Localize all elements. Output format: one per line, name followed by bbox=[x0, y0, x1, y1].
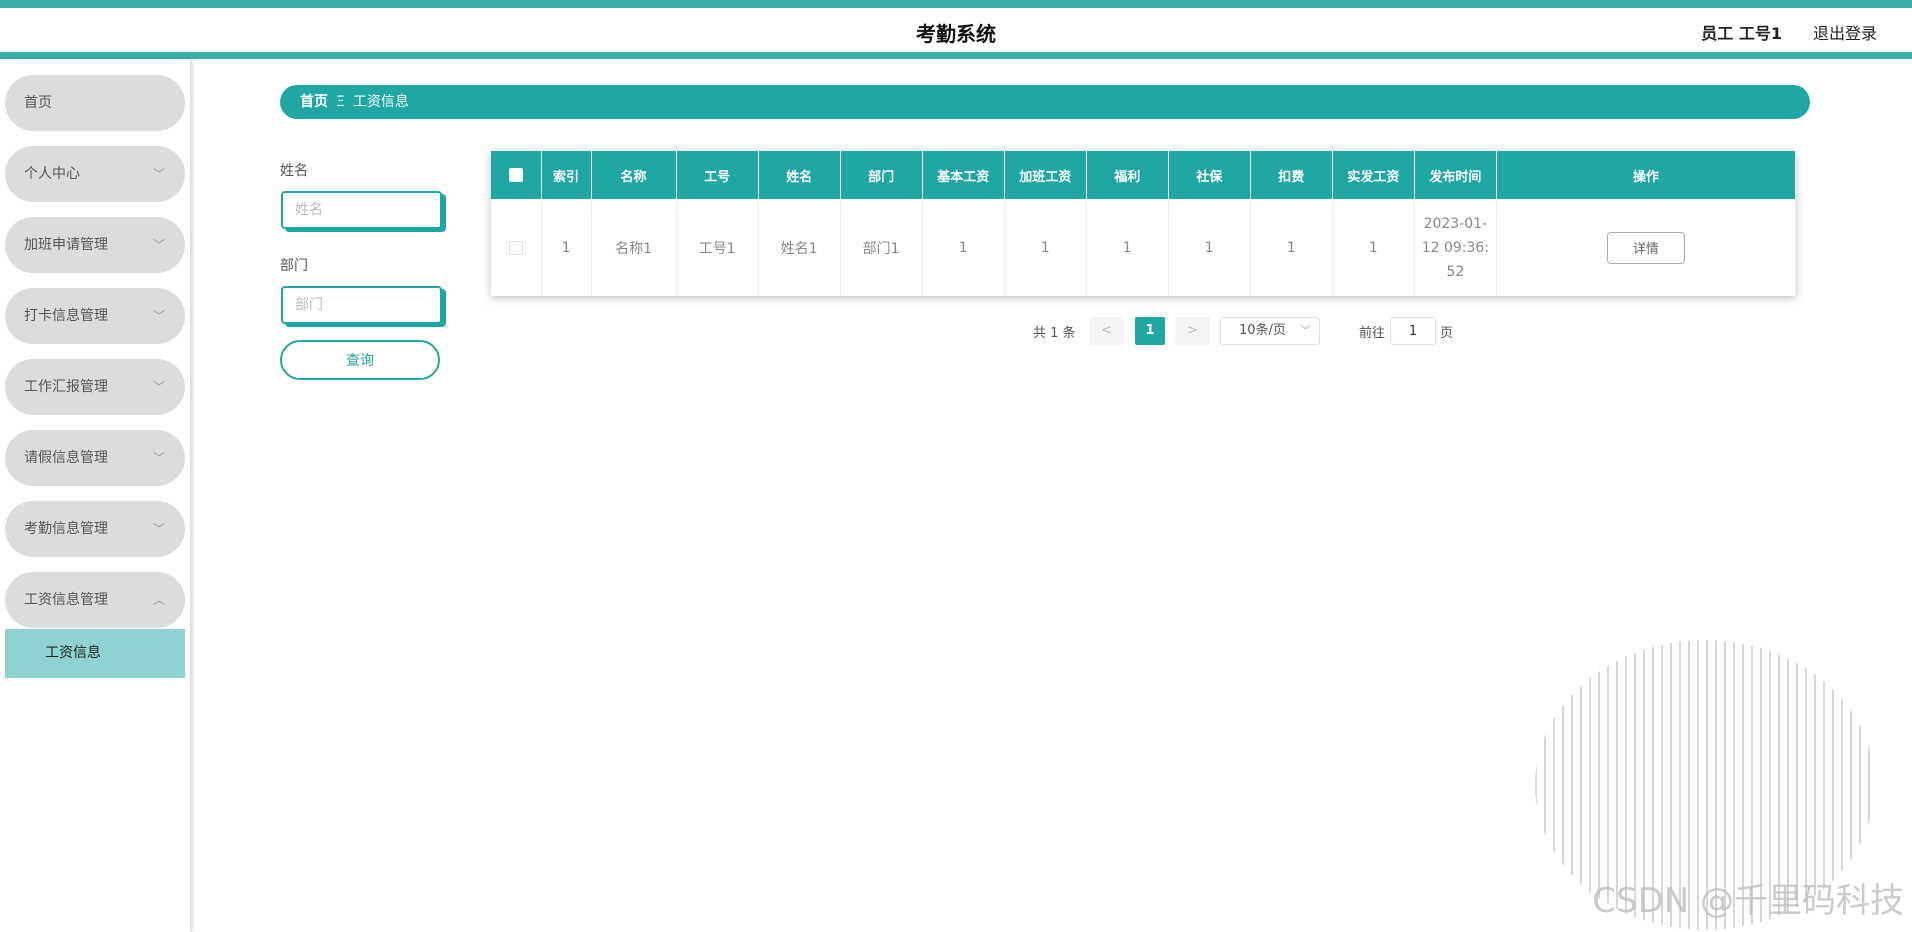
sidebar-subitem-salary-info[interactable]: 工资信息 bbox=[5, 629, 185, 678]
page-size-select[interactable]: 10条/页 ﹀ bbox=[1220, 317, 1320, 345]
cell-emp-no: 工号1 bbox=[676, 199, 759, 296]
chevron-down-icon: ﹀ bbox=[152, 451, 165, 465]
name-input[interactable] bbox=[281, 191, 442, 229]
breadcrumb: 首页 Ξ 工资信息 bbox=[280, 85, 1810, 119]
column-header: 福利 bbox=[1086, 151, 1169, 199]
column-header: 发布时间 bbox=[1414, 151, 1497, 199]
cell-dept: 部门1 bbox=[840, 199, 923, 296]
dept-input[interactable] bbox=[281, 286, 442, 324]
breadcrumb-home[interactable]: 首页 bbox=[300, 94, 328, 110]
current-user: 员工 工号1 bbox=[1701, 24, 1782, 43]
select-all-checkbox[interactable] bbox=[508, 168, 523, 182]
top-bar: 考勤系统 员工 工号1 退出登录 bbox=[0, 0, 1912, 59]
sidebar-item-personal-center[interactable]: 个人中心 ﹀ bbox=[5, 146, 185, 202]
next-page-button[interactable]: > bbox=[1175, 317, 1210, 345]
pagination-total: 共 1 条 bbox=[1033, 326, 1076, 341]
salary-table: 索引 名称 工号 姓名 部门 基本工资 加班工资 福利 社保 扣费 实发工资 发… bbox=[491, 151, 1797, 296]
column-header: 实发工资 bbox=[1332, 151, 1415, 199]
select-all-header[interactable] bbox=[491, 151, 542, 199]
sidebar-item-overtime[interactable]: 加班申请管理 ﹀ bbox=[5, 217, 185, 273]
sidebar-item-label: 工资信息管理 bbox=[24, 592, 108, 608]
sidebar-item-label: 请假信息管理 bbox=[24, 450, 108, 466]
chevron-down-icon: ﹀ bbox=[152, 238, 165, 252]
detail-button[interactable]: 详情 bbox=[1606, 231, 1685, 264]
goto-label: 前往 bbox=[1359, 326, 1386, 341]
sidebar-item-salary[interactable]: 工资信息管理 ︿ bbox=[5, 572, 185, 628]
sidebar-item-label: 加班申请管理 bbox=[24, 237, 108, 253]
sidebar-item-label: 考勤信息管理 bbox=[24, 521, 108, 537]
cell-person: 姓名1 bbox=[758, 199, 841, 296]
name-label: 姓名 bbox=[280, 163, 308, 179]
page-size-value: 10条/页 bbox=[1239, 323, 1286, 338]
chevron-down-icon: ﹀ bbox=[152, 167, 165, 181]
column-header: 扣费 bbox=[1250, 151, 1333, 199]
app-title: 考勤系统 bbox=[916, 22, 996, 46]
sidebar-item-attendance[interactable]: 考勤信息管理 ﹀ bbox=[5, 501, 185, 557]
column-header: 工号 bbox=[676, 151, 759, 199]
chevron-down-icon: ﹀ bbox=[152, 522, 165, 536]
cell-social-security: 1 bbox=[1168, 199, 1251, 296]
sidebar-item-home[interactable]: 首页 bbox=[5, 75, 185, 131]
column-header: 名称 bbox=[591, 151, 677, 199]
column-header: 姓名 bbox=[758, 151, 841, 199]
chevron-down-icon: ﹀ bbox=[1300, 324, 1311, 337]
sidebar-item-label: 首页 bbox=[24, 95, 52, 111]
dept-label: 部门 bbox=[280, 258, 308, 274]
logout-link[interactable]: 退出登录 bbox=[1813, 20, 1877, 44]
goto-page-input[interactable] bbox=[1390, 317, 1436, 345]
sidebar-item-label: 工作汇报管理 bbox=[24, 379, 108, 395]
cell-deduction: 1 bbox=[1250, 199, 1333, 296]
column-header: 基本工资 bbox=[922, 151, 1005, 199]
query-button[interactable]: 查询 bbox=[280, 340, 440, 380]
table-row: 1 名称1 工号1 姓名1 部门1 1 1 1 1 1 1 2023-01-12… bbox=[491, 199, 1797, 296]
cell-actions: 详情 bbox=[1496, 199, 1797, 296]
cell-welfare: 1 bbox=[1086, 199, 1169, 296]
sidebar: 首页 个人中心 ﹀ 加班申请管理 ﹀ 打卡信息管理 ﹀ 工作汇报管理 ﹀ 请假信息管理 ﹀… bbox=[0, 59, 190, 932]
sidebar-item-clockin[interactable]: 打卡信息管理 ﹀ bbox=[5, 288, 185, 344]
sidebar-item-label: 个人中心 bbox=[24, 166, 80, 182]
cell-overtime-pay: 1 bbox=[1004, 199, 1087, 296]
cell-base-salary: 1 bbox=[922, 199, 1005, 296]
cell-index: 1 bbox=[541, 199, 592, 296]
chevron-up-icon: ︿ bbox=[152, 593, 165, 607]
prev-page-button[interactable]: < bbox=[1089, 317, 1124, 345]
sidebar-item-leave[interactable]: 请假信息管理 ﹀ bbox=[5, 430, 185, 486]
watermark: CSDN @千里码科技 bbox=[1592, 881, 1904, 921]
breadcrumb-current: 工资信息 bbox=[352, 94, 409, 110]
page-number-current[interactable]: 1 bbox=[1135, 317, 1165, 345]
row-select-cell[interactable] bbox=[491, 199, 542, 296]
page-suffix-label: 页 bbox=[1440, 326, 1454, 341]
breadcrumb-separator-icon: Ξ bbox=[336, 94, 345, 110]
column-header: 部门 bbox=[840, 151, 923, 199]
cell-name: 名称1 bbox=[591, 199, 677, 296]
column-header: 社保 bbox=[1168, 151, 1251, 199]
column-header: 操作 bbox=[1496, 151, 1797, 199]
row-checkbox[interactable] bbox=[508, 240, 523, 255]
column-header: 索引 bbox=[541, 151, 592, 199]
chevron-down-icon: ﹀ bbox=[152, 380, 165, 394]
cell-actual-salary: 1 bbox=[1332, 199, 1415, 296]
sidebar-item-work-report[interactable]: 工作汇报管理 ﹀ bbox=[5, 359, 185, 415]
chevron-down-icon: ﹀ bbox=[152, 309, 165, 323]
cell-publish-time: 2023-01-12 09:36:52 bbox=[1414, 199, 1497, 296]
table-header-row: 索引 名称 工号 姓名 部门 基本工资 加班工资 福利 社保 扣费 实发工资 发… bbox=[491, 151, 1797, 199]
sidebar-item-label: 打卡信息管理 bbox=[24, 308, 108, 324]
column-header: 加班工资 bbox=[1004, 151, 1087, 199]
